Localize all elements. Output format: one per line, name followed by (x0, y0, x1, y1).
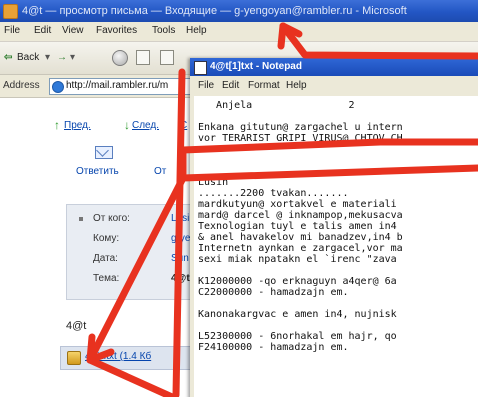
screenshot: 4@t — просмотр письма — Входящие — g-yen… (0, 0, 478, 397)
annotation-bracket (179, 138, 478, 182)
annotation-overlay (86, 22, 478, 397)
annotation-arrow-bottom-link (86, 356, 176, 397)
annotation-box-top (172, 68, 186, 397)
annotation-arrow-bottom (86, 176, 186, 364)
annotation-arrow-top (279, 22, 478, 60)
